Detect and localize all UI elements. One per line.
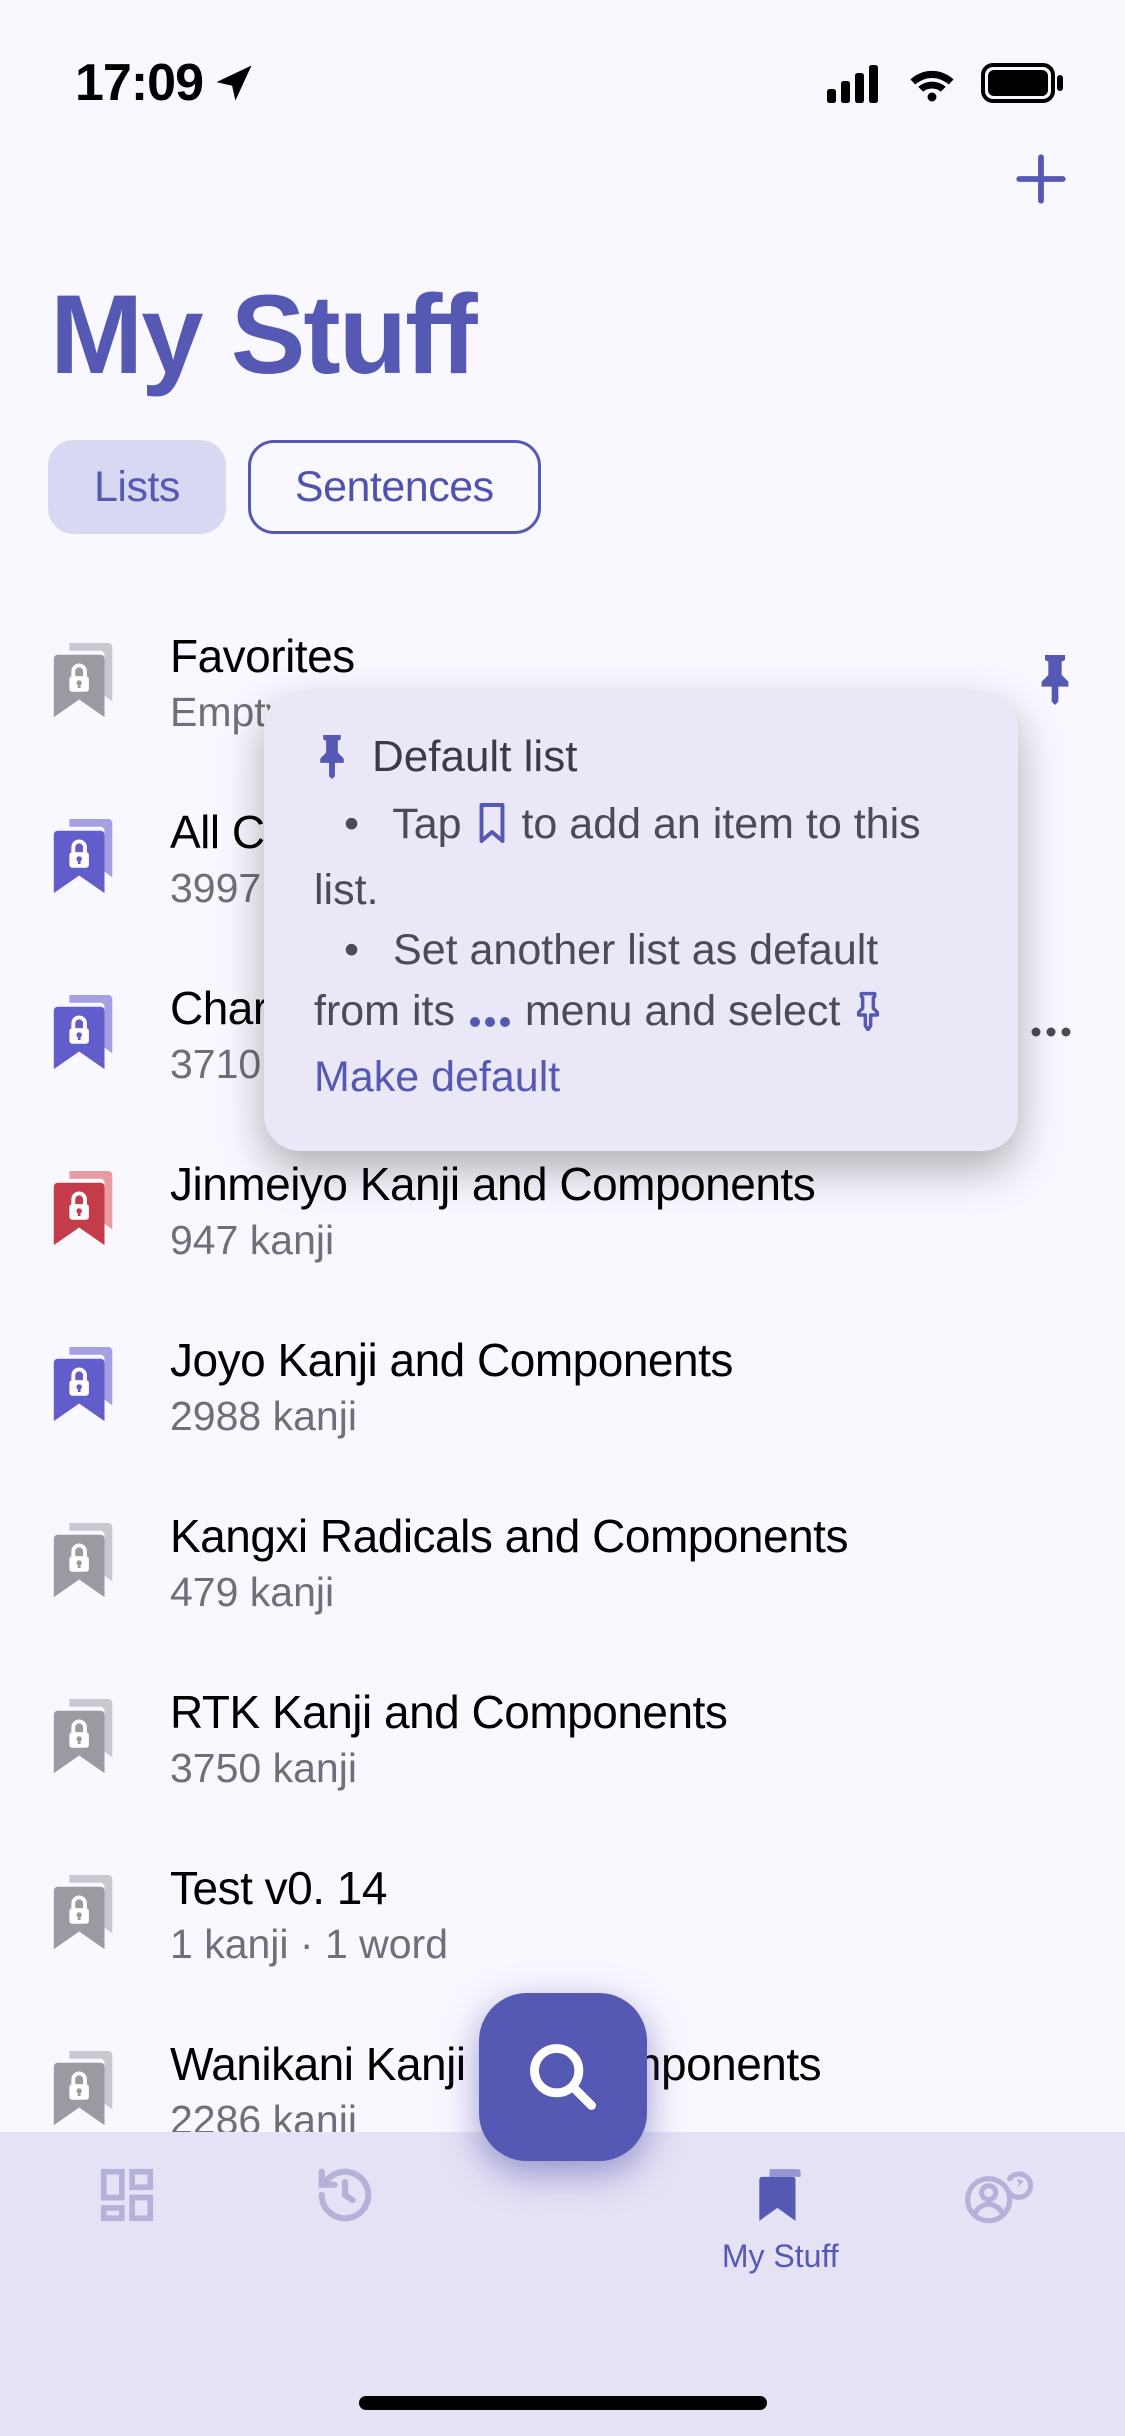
location-icon xyxy=(213,62,255,104)
popover-hint-2: Set another list as default from its men… xyxy=(314,920,970,1107)
list-row-body: Test v0. 14 1 kanji · 1 word xyxy=(170,1861,1075,1968)
popover-hint-1: Tap to add an item to this list. xyxy=(314,794,970,920)
list-lock-icon xyxy=(50,1171,120,1249)
row-more-button[interactable] xyxy=(1027,1023,1075,1046)
popover-title: Default list xyxy=(372,732,577,782)
list-lock-icon xyxy=(50,2051,120,2129)
list-lock-icon xyxy=(50,819,120,897)
tab-bar: My Stuff xyxy=(0,2132,1125,2436)
cellular-icon xyxy=(827,63,883,103)
tab-my-stuff-label: My Stuff xyxy=(722,2238,839,2275)
grid-icon xyxy=(96,2164,158,2226)
list-lock-icon xyxy=(50,643,120,721)
ellipsis-icon xyxy=(467,987,513,1047)
popover-hints: Tap to add an item to this list. Set ano… xyxy=(314,794,970,1107)
pinned-indicator-icon xyxy=(1035,654,1075,711)
list-row-subtitle: 947 kanji xyxy=(170,1217,1075,1264)
tab-sentences[interactable]: Sentences xyxy=(248,440,541,534)
history-icon xyxy=(314,2164,376,2226)
list-row[interactable]: RTK Kanji and Components 3750 kanji xyxy=(0,1650,1125,1826)
list-row-subtitle: 1 kanji · 1 word xyxy=(170,1921,1075,1968)
list-row-body: Joyo Kanji and Components 2988 kanji xyxy=(170,1333,1075,1440)
tab-lists[interactable]: Lists xyxy=(48,440,226,534)
tab-history[interactable] xyxy=(270,2164,420,2226)
list-row-title: Favorites xyxy=(170,629,1015,683)
battery-icon xyxy=(981,63,1065,103)
list-row[interactable]: Kangxi Radicals and Components 479 kanji xyxy=(0,1474,1125,1650)
list-row-title: Jinmeiyo Kanji and Components xyxy=(170,1157,1075,1211)
list-row-title: Test v0. 14 xyxy=(170,1861,1075,1915)
list-row-body: Jinmeiyo Kanji and Components 947 kanji xyxy=(170,1157,1075,1264)
make-default-link[interactable]: Make default xyxy=(314,1053,560,1101)
search-fab[interactable] xyxy=(479,1993,647,2161)
bookmark-icon xyxy=(474,800,510,860)
segmented-control: Lists Sentences xyxy=(48,440,541,534)
status-time: 17:09 xyxy=(75,53,203,113)
list-lock-icon xyxy=(50,995,120,1073)
list-row-subtitle: 2988 kanji xyxy=(170,1393,1075,1440)
pin-icon xyxy=(314,735,350,779)
ellipsis-icon xyxy=(1027,1023,1075,1041)
list-row-title: Joyo Kanji and Components xyxy=(170,1333,1075,1387)
tab-my-stuff[interactable]: My Stuff xyxy=(705,2164,855,2275)
page-title: My Stuff xyxy=(50,270,476,399)
tab-account[interactable] xyxy=(923,2164,1073,2226)
status-bar: 17:09 xyxy=(0,0,1125,120)
search-icon xyxy=(525,2039,601,2115)
list-lock-icon xyxy=(50,1875,120,1953)
list-row-body: Kangxi Radicals and Components 479 kanji xyxy=(170,1509,1075,1616)
status-time-group: 17:09 xyxy=(75,53,255,113)
list-row[interactable]: Test v0. 14 1 kanji · 1 word xyxy=(0,1826,1125,2002)
pin-outline-icon xyxy=(852,987,884,1047)
list-row-body: RTK Kanji and Components 3750 kanji xyxy=(170,1685,1075,1792)
list-row-subtitle: 3750 kanji xyxy=(170,1745,1075,1792)
list-row-title: RTK Kanji and Components xyxy=(170,1685,1075,1739)
list-lock-icon xyxy=(50,1699,120,1777)
status-right xyxy=(827,63,1065,103)
page-header: My Stuff xyxy=(50,270,476,399)
nav-bar xyxy=(1012,150,1070,213)
list-row-subtitle: 479 kanji xyxy=(170,1569,1075,1616)
default-list-popover: Default list Tap to add an item to this … xyxy=(264,692,1018,1151)
list-lock-icon xyxy=(50,1347,120,1425)
popover-header: Default list xyxy=(314,732,970,782)
list-lock-icon xyxy=(50,1523,120,1601)
tab-dashboard[interactable] xyxy=(52,2164,202,2226)
add-button[interactable] xyxy=(1012,150,1070,213)
list-row[interactable]: Joyo Kanji and Components 2988 kanji xyxy=(0,1298,1125,1474)
list-row-title: Kangxi Radicals and Components xyxy=(170,1509,1075,1563)
bookmarks-icon xyxy=(749,2164,811,2226)
plus-icon xyxy=(1012,150,1070,208)
account-sync-icon xyxy=(963,2164,1033,2226)
home-indicator xyxy=(359,2396,767,2410)
wifi-icon xyxy=(905,63,959,103)
